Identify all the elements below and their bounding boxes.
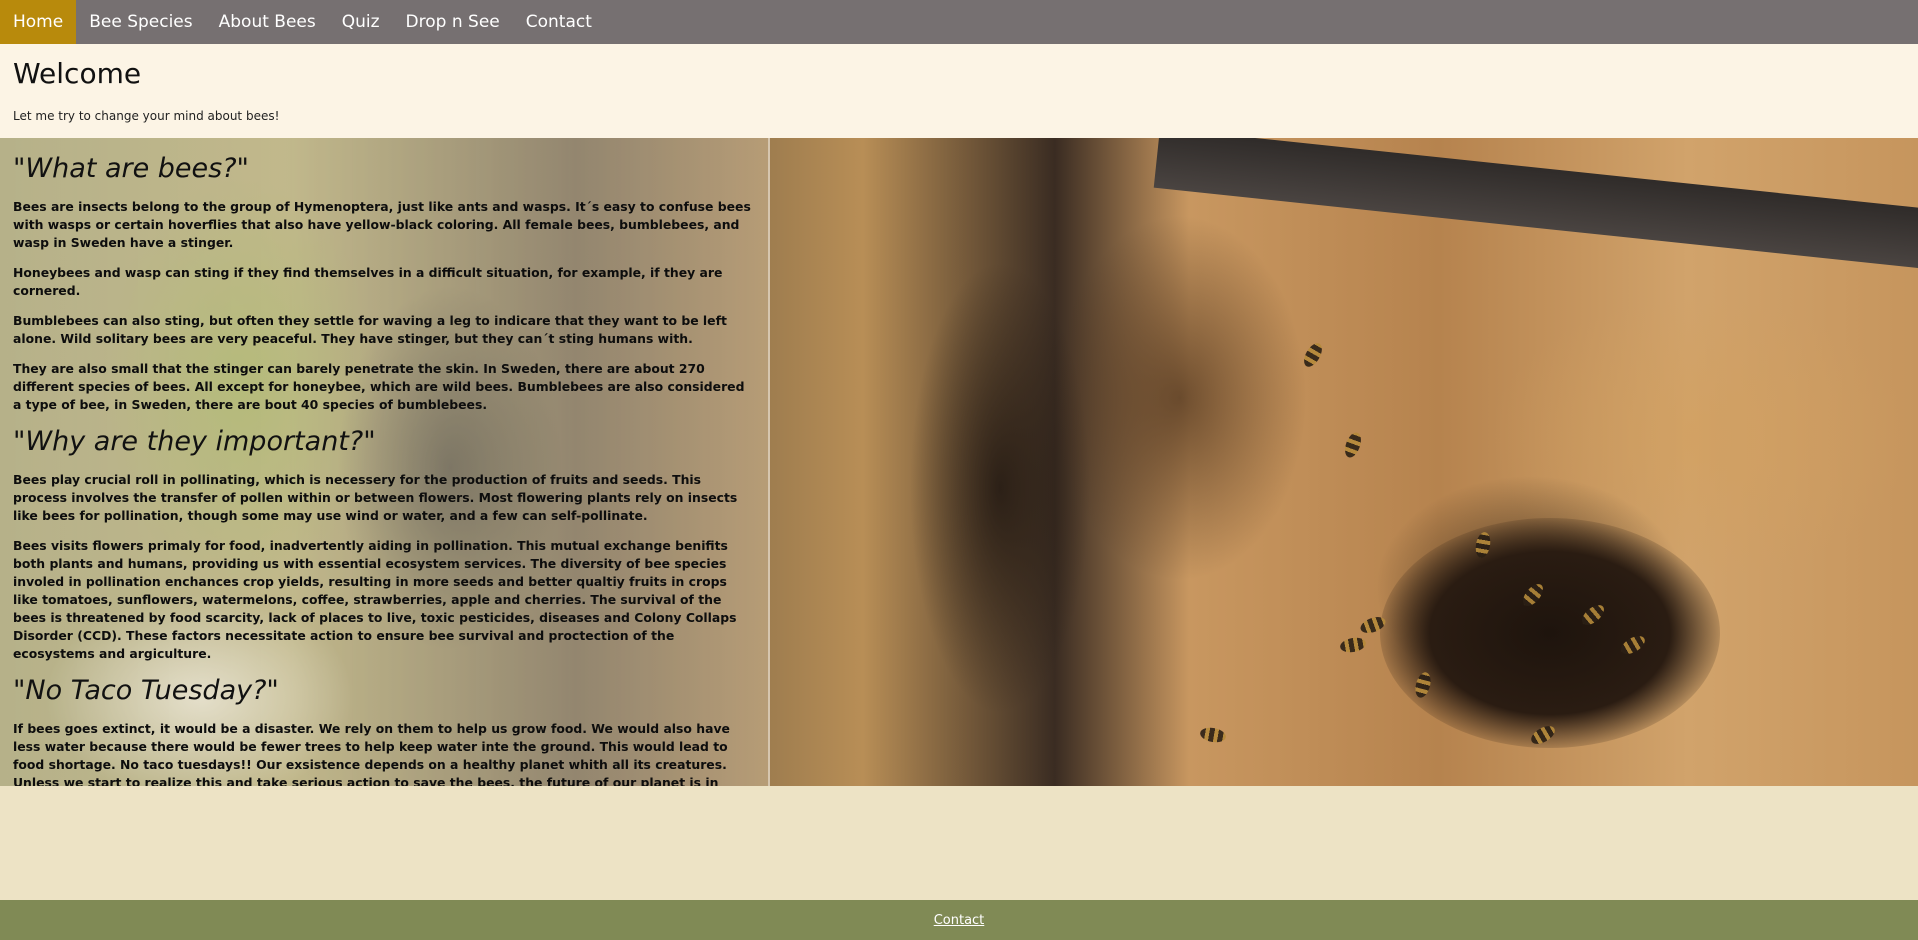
section-heading-no-taco-tuesday: "No Taco Tuesday?" [13,675,279,706]
section-heading-what-are-bees: "What are bees?" [13,153,249,184]
nav-home[interactable]: Home [0,0,77,44]
paragraph: Bees visits flowers primaly for food, in… [13,538,737,661]
bee-figure [1300,340,1326,370]
info-text-panel: "What are bees?" Bees are insects belong… [0,138,770,786]
section-heading-why-important: "Why are they important?" [13,426,376,457]
bee-figure [1341,430,1365,460]
bee-figure [1198,725,1228,745]
footer-contact-link[interactable]: Contact [934,913,985,928]
bee-figure [1338,635,1368,655]
nav-contact[interactable]: Contact [513,0,605,44]
page-footer: Contact [0,900,1918,940]
nav-about-bees[interactable]: About Bees [206,0,329,44]
main-nav: Home Bee Species About Bees Quiz Drop n … [0,0,1918,44]
paragraph: Bumblebees can also sting, but often the… [13,313,727,346]
hive-entrance [1380,518,1720,748]
welcome-section: Welcome Let me try to change your mind a… [0,44,1918,138]
welcome-subtitle: Let me try to change your mind about bee… [13,109,280,123]
paragraph: They are also small that the stinger can… [13,361,745,412]
page-title: Welcome [13,57,142,90]
paragraph: Honeybees and wasp can sting if they fin… [13,265,723,298]
paragraph: Bees play crucial roll in pollinating, w… [13,472,738,523]
hero-bee-image: "What are bees?" Bees are insects belong… [0,138,1918,786]
nav-drop-n-see[interactable]: Drop n See [393,0,513,44]
nav-quiz[interactable]: Quiz [329,0,393,44]
paragraph: Bees are insects belong to the group of … [13,199,751,250]
hive-dark-edge [1153,138,1918,272]
paragraph: If bees goes extinct, it would be a disa… [13,721,730,786]
nav-bee-species[interactable]: Bee Species [76,0,205,44]
